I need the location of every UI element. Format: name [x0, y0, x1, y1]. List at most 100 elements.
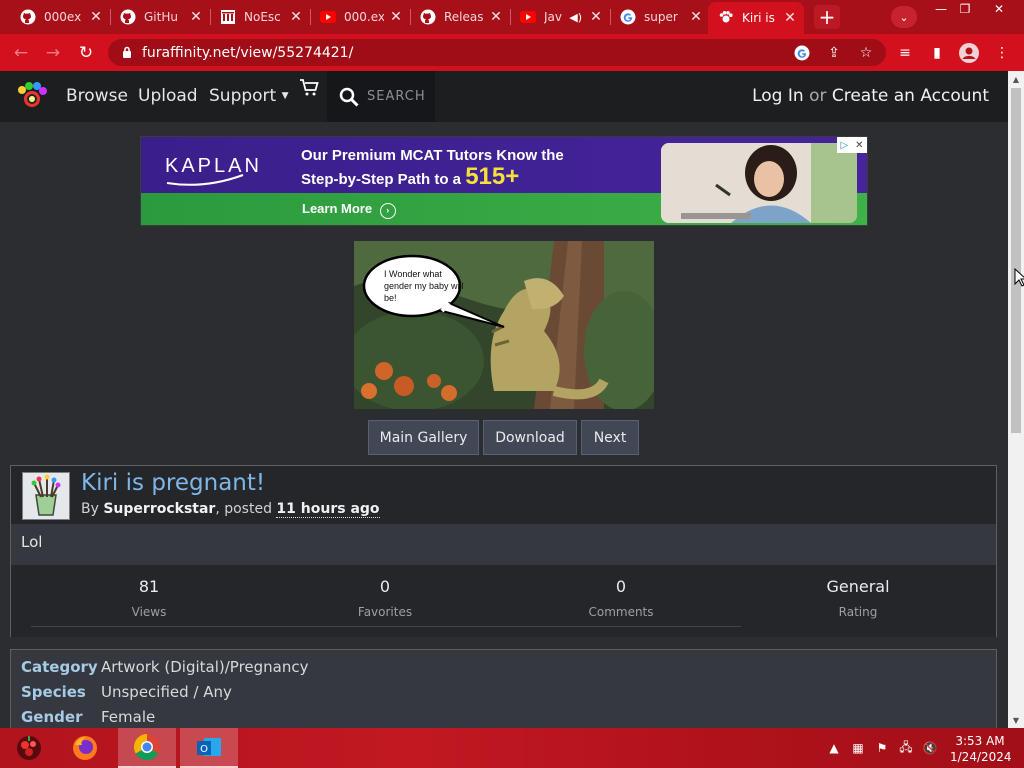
bookmark-star-icon[interactable]: ☆ — [856, 43, 876, 63]
detail-value[interactable]: Unspecified / Any — [101, 683, 232, 701]
avatar[interactable] — [22, 472, 70, 520]
chrome-taskbar-icon[interactable] — [118, 728, 176, 768]
new-tab-button[interactable]: + — [814, 5, 840, 29]
main-gallery-button[interactable]: Main Gallery — [368, 420, 479, 455]
ad-info-icon[interactable]: ▷ — [840, 140, 848, 151]
ad-close-icon[interactable]: ✕ — [855, 140, 863, 151]
restore-button[interactable]: ❐ — [950, 0, 980, 18]
close-icon[interactable]: ✕ — [782, 10, 798, 26]
clock-date: 1/24/2024 — [950, 750, 1012, 764]
reading-list-icon[interactable]: ≡ — [894, 42, 916, 64]
submission-image[interactable]: I Wonder what gender my baby will be! — [354, 241, 654, 409]
tab-strip: 000ex ✕ GitHu ✕ NoEsc ✕ 000.ex ✕ Releas … — [0, 0, 1024, 34]
volume-muted-icon[interactable]: 🔇 — [922, 740, 938, 756]
close-icon[interactable]: ✕ — [88, 9, 104, 25]
window-close-button[interactable]: ✕ — [984, 0, 1014, 18]
outlook-taskbar-icon[interactable]: O — [180, 728, 238, 768]
advertisement-banner[interactable]: KAPLAN Our Premium MCAT Tutors Know the … — [140, 136, 868, 226]
tab-search-button[interactable]: ⌄ — [891, 6, 917, 28]
firefox-taskbar-icon[interactable] — [56, 728, 114, 768]
tab-title: GitHu — [144, 10, 178, 24]
tab-2[interactable]: GitHu ✕ — [110, 3, 210, 31]
scroll-up-icon[interactable]: ▲ — [1008, 71, 1024, 87]
close-icon[interactable]: ✕ — [388, 9, 404, 25]
youtube-icon — [520, 9, 536, 25]
network-icon[interactable]: 🖧 — [898, 740, 914, 756]
tab-6[interactable]: Jav ◀) ✕ — [510, 3, 610, 31]
tray-device-icon[interactable]: ▦ — [850, 740, 866, 756]
institution-icon — [220, 9, 236, 25]
submission-panel: Kiri is pregnant! By Superrockstar, post… — [10, 465, 997, 637]
tab-4[interactable]: 000.ex ✕ — [310, 3, 410, 31]
github-icon — [120, 9, 136, 25]
byline-posted: , posted — [215, 501, 272, 517]
tab-7[interactable]: super ✕ — [610, 3, 710, 31]
url-text[interactable]: furaffinity.net/view/55274421/ — [142, 45, 886, 61]
scroll-down-icon[interactable]: ▼ — [1008, 712, 1024, 728]
side-panel-icon[interactable]: ▮ — [926, 42, 948, 64]
create-account-link[interactable]: Create an Account — [832, 86, 989, 106]
tab-8-active[interactable]: Kiri is ✕ — [708, 2, 804, 34]
site-logo[interactable] — [16, 81, 48, 113]
ad-learn-more-label[interactable]: Learn More — [302, 201, 372, 216]
profile-avatar-icon[interactable] — [958, 42, 980, 64]
github-icon — [420, 9, 436, 25]
detail-value[interactable]: Female — [101, 708, 155, 726]
forward-button[interactable]: → — [42, 42, 64, 64]
google-lens-icon[interactable] — [792, 43, 812, 63]
submission-header: Kiri is pregnant! By Superrockstar, post… — [11, 466, 996, 524]
author-link[interactable]: Superrockstar — [103, 501, 215, 517]
stat-views: 81 Views — [31, 577, 267, 619]
tab-3[interactable]: NoEsc ✕ — [210, 3, 310, 31]
site-search[interactable]: SEARCH — [327, 71, 435, 122]
action-center-flag-icon[interactable]: ⚑ — [874, 740, 890, 756]
detail-value[interactable]: Artwork (Digital)/Pregnancy — [101, 658, 308, 676]
menu-kebab-icon[interactable]: ⋮ — [991, 42, 1013, 64]
close-icon[interactable]: ✕ — [488, 9, 504, 25]
reload-button[interactable]: ↻ — [75, 42, 97, 64]
google-icon — [620, 9, 636, 25]
site-navbar: Browse Upload Support ▼ SEARCH Log In or… — [0, 71, 1008, 122]
share-icon[interactable]: ⇪ — [824, 43, 844, 63]
ad-headline-line2-wrap: Step-by-Step Path to a 515+ — [301, 165, 564, 190]
back-button[interactable]: ← — [10, 42, 32, 64]
nav-browse[interactable]: Browse — [66, 86, 128, 106]
tab-1[interactable]: 000ex ✕ — [10, 3, 110, 31]
nav-support[interactable]: Support ▼ — [209, 86, 289, 106]
tab-title: 000ex — [44, 10, 82, 24]
close-icon[interactable]: ✕ — [288, 9, 304, 25]
login-link[interactable]: Log In — [752, 86, 804, 106]
close-icon[interactable]: ✕ — [188, 9, 204, 25]
next-button[interactable]: Next — [581, 420, 639, 455]
or-text: or — [809, 86, 827, 106]
tab-5[interactable]: Releas ✕ — [410, 3, 510, 31]
cart-icon[interactable] — [298, 76, 320, 98]
stat-label: Views — [131, 605, 167, 619]
close-icon[interactable]: ✕ — [588, 9, 604, 25]
ad-choices[interactable]: ▷ ✕ — [837, 137, 867, 153]
ad-headline: Our Premium MCAT Tutors Know the Step-by… — [301, 145, 564, 190]
download-button[interactable]: Download — [483, 420, 577, 455]
stat-value: 81 — [138, 577, 160, 596]
clock-time: 3:53 AM — [955, 734, 1005, 748]
scrollbar-thumb[interactable] — [1011, 88, 1021, 433]
tab-title: Releas — [444, 10, 484, 24]
furaffinity-icon — [718, 10, 734, 26]
start-button[interactable] — [0, 728, 58, 768]
search-icon[interactable] — [339, 87, 359, 107]
nav-upload[interactable]: Upload — [138, 86, 198, 106]
tray-chevron-icon[interactable]: ▲ — [826, 740, 842, 756]
lock-icon[interactable] — [116, 46, 138, 59]
address-bar[interactable]: furaffinity.net/view/55274421/ ⇪ ☆ — [108, 39, 886, 66]
page-scrollbar[interactable]: ▲ ▼ — [1008, 71, 1024, 728]
stat-value: 0 — [615, 577, 627, 596]
stat-label: Rating — [838, 605, 878, 619]
system-clock[interactable]: 3:53 AM 1/24/2024 — [950, 733, 1012, 765]
stat-comments: 0 Comments — [503, 577, 739, 619]
close-icon[interactable]: ✕ — [688, 9, 704, 25]
mouse-cursor-icon — [1014, 268, 1024, 287]
speaker-icon[interactable]: ◀) — [569, 11, 582, 24]
search-placeholder[interactable]: SEARCH — [367, 89, 426, 104]
ad-learn-more[interactable]: Learn More › — [302, 201, 396, 219]
byline-by: By — [81, 501, 99, 517]
